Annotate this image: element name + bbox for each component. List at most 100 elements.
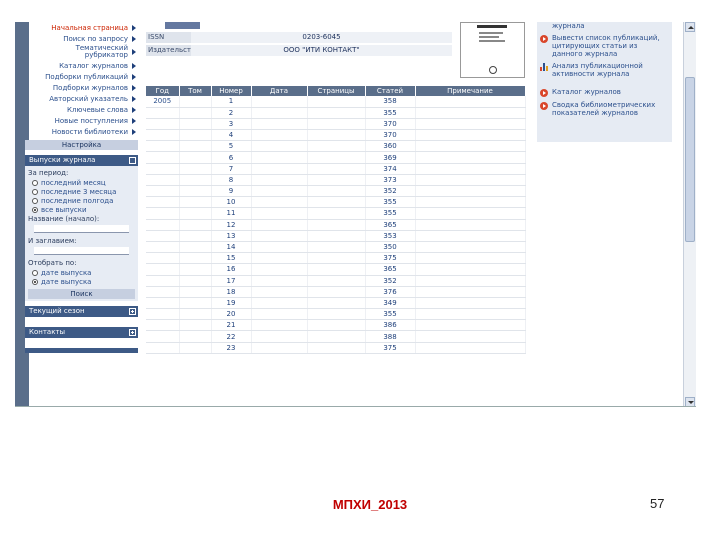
vertical-scrollbar[interactable]	[683, 22, 696, 406]
expand-icon[interactable]	[129, 329, 136, 336]
nav-link[interactable]: Подборки журналов	[25, 82, 138, 93]
cell-num[interactable]: 11	[211, 207, 252, 220]
journal-cover-image[interactable]	[460, 22, 525, 78]
cell-num[interactable]: 9	[211, 185, 252, 198]
column-header[interactable]: Год	[146, 86, 180, 96]
radio-option[interactable]: все выпуски	[28, 205, 135, 214]
collapse-icon[interactable]	[129, 157, 136, 164]
radio-option[interactable]: последние полгода	[28, 196, 135, 205]
table-row[interactable]: 16 365	[146, 263, 526, 276]
radio-icon[interactable]	[32, 269, 38, 276]
cell-num[interactable]: 8	[211, 174, 252, 187]
table-row[interactable]: 5 360	[146, 140, 526, 153]
cell-num[interactable]: 15	[211, 252, 252, 265]
nav-link[interactable]: Тематический рубрикатор	[25, 44, 138, 60]
nav-link[interactable]: Каталог журналов	[25, 60, 138, 71]
right-link[interactable]: Вывести список публикаций, цитирующих ст…	[537, 32, 672, 60]
table-row[interactable]: 3 370	[146, 118, 526, 131]
column-header[interactable]: Статей	[365, 86, 416, 96]
table-row[interactable]: 19 349	[146, 297, 526, 310]
cell-num[interactable]: 1	[211, 96, 252, 108]
radio-option[interactable]: последние 3 месяца	[28, 187, 135, 196]
radio-option[interactable]: дате выпуска	[28, 277, 135, 286]
cell-articles: 373	[365, 174, 416, 187]
name-input[interactable]	[34, 225, 129, 233]
right-link[interactable]: журнала	[537, 22, 672, 32]
cut-off-panel-header[interactable]	[25, 348, 138, 353]
cell-num[interactable]: 21	[211, 319, 252, 332]
radio-icon[interactable]	[32, 197, 38, 204]
cell-num[interactable]: 4	[211, 129, 252, 142]
table-row[interactable]: 10 355	[146, 196, 526, 209]
table-row[interactable]: 2 355	[146, 107, 526, 119]
cell-articles: 358	[365, 96, 416, 108]
cell-num[interactable]: 3	[211, 118, 252, 131]
scroll-down-icon[interactable]	[685, 397, 695, 406]
cell-num[interactable]: 5	[211, 140, 252, 153]
table-row[interactable]: 12 365	[146, 219, 526, 231]
column-header[interactable]: Дата	[251, 86, 308, 96]
table-row[interactable]: 13 353	[146, 230, 526, 242]
cell-num[interactable]: 7	[211, 163, 252, 175]
table-row[interactable]: 9 352	[146, 185, 526, 198]
table-row[interactable]: 14 350	[146, 241, 526, 254]
cell-num[interactable]: 19	[211, 297, 252, 310]
cell-empty	[307, 230, 366, 242]
contacts-panel-header[interactable]: Контакты	[25, 327, 138, 338]
right-link[interactable]: Сводка библиометрических показателей жур…	[537, 99, 672, 119]
nav-link[interactable]: Ключевые слова	[25, 104, 138, 115]
column-header[interactable]: Примечание	[415, 86, 526, 96]
expand-icon[interactable]	[129, 308, 136, 315]
radio-icon[interactable]	[32, 179, 38, 186]
issues-panel-header[interactable]: Выпуски журнала	[25, 155, 138, 166]
nav-link[interactable]: Начальная страница	[25, 22, 138, 33]
settings-button[interactable]: Настройка	[25, 140, 138, 150]
right-link[interactable]: Каталог журналов	[537, 86, 672, 99]
nav-link[interactable]: Подборки публикаций	[25, 71, 138, 82]
publisher-value[interactable]: ООО "ИТИ КОНТАКТ"	[191, 45, 452, 56]
radio-option[interactable]: последний месяц	[28, 178, 135, 187]
table-row[interactable]: 17 352	[146, 275, 526, 287]
cell-num[interactable]: 22	[211, 330, 252, 343]
column-header[interactable]: Страницы	[307, 86, 366, 96]
table-row[interactable]: 20 355	[146, 308, 526, 321]
table-row[interactable]: 2005 1 358	[146, 96, 526, 108]
cell-num[interactable]: 10	[211, 196, 252, 209]
right-link[interactable]: Анализ публикационной активности журнала	[537, 60, 672, 80]
radio-option[interactable]: дате выпуска	[28, 268, 135, 277]
table-row[interactable]: 23 375	[146, 342, 526, 354]
name2-input[interactable]	[34, 247, 129, 255]
table-row[interactable]: 15 375	[146, 252, 526, 265]
cell-num[interactable]: 17	[211, 275, 252, 287]
search-button[interactable]: Поиск	[28, 289, 135, 299]
table-row[interactable]: 11 355	[146, 207, 526, 220]
cell-num[interactable]: 2	[211, 107, 252, 119]
cell-num[interactable]: 13	[211, 230, 252, 242]
table-row[interactable]: 6 369	[146, 151, 526, 164]
current-issue-panel-header[interactable]: Текущий сезон	[25, 306, 138, 317]
cell-num[interactable]: 12	[211, 219, 252, 231]
nav-link[interactable]: Новые поступления	[25, 115, 138, 126]
table-row[interactable]: 7 374	[146, 163, 526, 175]
table-row[interactable]: 4 370	[146, 129, 526, 142]
radio-icon[interactable]	[32, 206, 38, 213]
table-row[interactable]: 18 376	[146, 286, 526, 298]
cell-num[interactable]: 18	[211, 286, 252, 298]
cell-num[interactable]: 20	[211, 308, 252, 321]
radio-icon[interactable]	[32, 278, 38, 285]
column-header[interactable]: Номер	[211, 86, 252, 96]
table-row[interactable]: 8 373	[146, 174, 526, 187]
nav-link[interactable]: Поиск по запросу	[25, 33, 138, 44]
scroll-thumb[interactable]	[685, 77, 695, 242]
cell-num[interactable]: 14	[211, 241, 252, 254]
cell-num[interactable]: 6	[211, 151, 252, 164]
cell-num[interactable]: 23	[211, 342, 252, 354]
radio-icon[interactable]	[32, 188, 38, 195]
table-row[interactable]: 22 388	[146, 330, 526, 343]
nav-link[interactable]: Новости библиотеки	[25, 126, 138, 137]
nav-link[interactable]: Авторский указатель	[25, 93, 138, 104]
table-row[interactable]: 21 386	[146, 319, 526, 332]
scroll-up-icon[interactable]	[685, 22, 695, 32]
column-header[interactable]: Том	[179, 86, 212, 96]
cell-num[interactable]: 16	[211, 263, 252, 276]
